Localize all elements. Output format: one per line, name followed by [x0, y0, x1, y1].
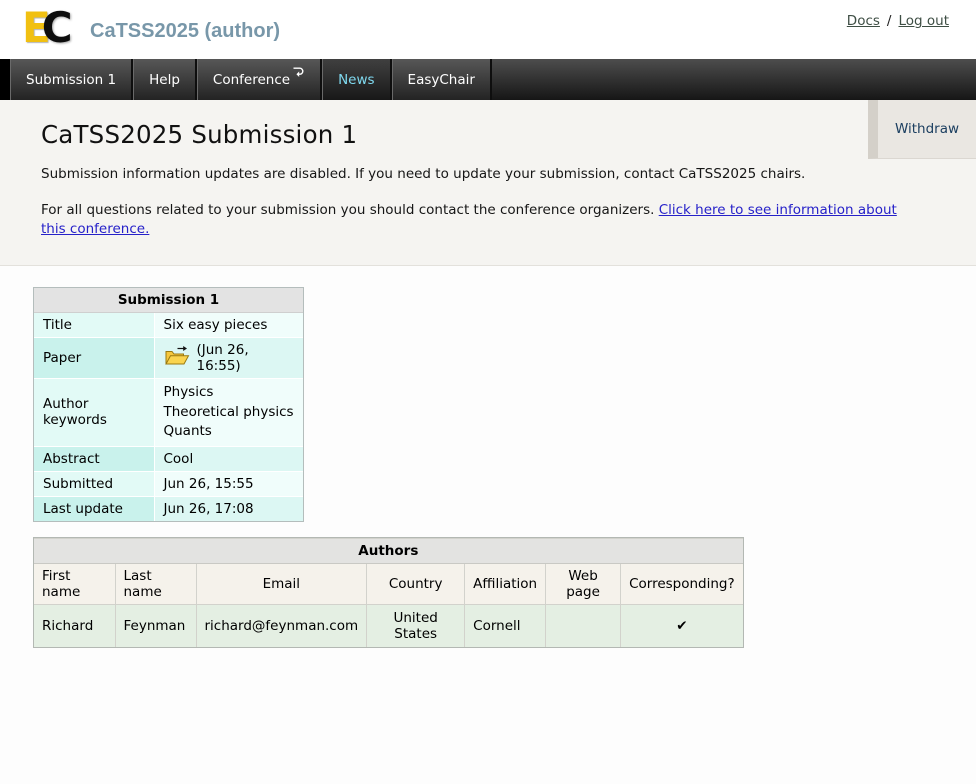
paper-cell: (Jun 26, 16:55)	[164, 342, 295, 374]
author-web-page	[546, 604, 621, 647]
page-title: CaTSS2025 Submission 1	[41, 120, 935, 149]
col-header-corresponding: Corresponding?	[621, 563, 743, 604]
table-row-title: Title Six easy pieces	[34, 313, 303, 338]
col-header-last-name: Last name	[115, 563, 196, 604]
conference-role-title: CaTSS2025 (author)	[90, 20, 280, 43]
notice-text: Submission information updates are disab…	[41, 166, 805, 182]
easychair-logo: EC	[22, 6, 71, 50]
row-value: Cool	[154, 446, 303, 471]
contact-paragraph: For all questions related to your submis…	[41, 201, 913, 240]
logo-letter-c: C	[42, 3, 71, 52]
row-label: Submitted	[34, 471, 154, 496]
submission-table: Submission 1 Title Six easy pieces Paper	[34, 288, 303, 521]
menu-item-submission-1[interactable]: Submission 1	[10, 59, 133, 100]
col-header-web-page: Web page	[546, 563, 621, 604]
row-value: Six easy pieces	[154, 313, 303, 338]
submission-table-frame: Submission 1 Title Six easy pieces Paper	[33, 287, 304, 522]
top-links: Docs / Log out	[847, 13, 949, 29]
paper-timestamp: (Jun 26, 16:55)	[197, 342, 295, 374]
menu-item-conference[interactable]: Conference	[197, 59, 322, 100]
menu-item-easychair[interactable]: EasyChair	[392, 59, 492, 100]
paper-download-link[interactable]	[164, 345, 190, 371]
row-label: Abstract	[34, 446, 154, 471]
intro-section: CaTSS2025 Submission 1 Submission inform…	[0, 100, 976, 266]
row-label: Last update	[34, 496, 154, 521]
open-folder-icon	[164, 345, 190, 371]
logout-link[interactable]: Log out	[898, 13, 949, 29]
row-value: Jun 26, 17:08	[154, 496, 303, 521]
table-row-keywords: Author keywords Physics Theoretical phys…	[34, 379, 303, 447]
menu-label: Help	[149, 72, 180, 88]
updates-disabled-notice: Submission information updates are disab…	[41, 165, 913, 185]
keyword: Physics	[164, 383, 295, 403]
submission-table-title: Submission 1	[34, 288, 303, 313]
return-arrow-icon	[292, 65, 305, 82]
withdraw-label: Withdraw	[895, 121, 959, 137]
table-row-paper: Paper	[34, 338, 303, 379]
author-affiliation: Cornell	[465, 604, 546, 647]
contact-text: For all questions related to your submis…	[41, 202, 654, 218]
author-email: richard@feynman.com	[196, 604, 367, 647]
authors-header-row: First name Last name Email Country Affil…	[34, 563, 743, 604]
docs-link[interactable]: Docs	[847, 13, 880, 29]
col-header-country: Country	[367, 563, 465, 604]
row-value: Jun 26, 15:55	[154, 471, 303, 496]
author-row: Richard Feynman richard@feynman.com Unit…	[34, 604, 743, 647]
table-row-submitted: Submitted Jun 26, 15:55	[34, 471, 303, 496]
menu-item-help[interactable]: Help	[133, 59, 197, 100]
menu-label: Submission 1	[26, 72, 116, 88]
menu-label: News	[338, 72, 374, 88]
row-label: Paper	[34, 338, 154, 379]
top-header: EC CaTSS2025 (author) Docs / Log out	[0, 0, 976, 59]
row-value: Physics Theoretical physics Quants	[154, 379, 303, 447]
content-area: Submission 1 Title Six easy pieces Paper	[0, 266, 976, 652]
main-menu-bar: Submission 1 Help Conference News EasyCh…	[0, 59, 976, 100]
authors-table: Authors First name Last name Email Count…	[34, 538, 743, 647]
author-last-name: Feynman	[115, 604, 196, 647]
menu-item-news[interactable]: News	[322, 59, 391, 100]
menu-label: Conference	[213, 72, 290, 88]
authors-table-frame: Authors First name Last name Email Count…	[33, 537, 744, 648]
author-first-name: Richard	[34, 604, 115, 647]
row-label: Title	[34, 313, 154, 338]
links-separator: /	[887, 13, 892, 29]
authors-table-title: Authors	[34, 538, 743, 563]
table-row-last-update: Last update Jun 26, 17:08	[34, 496, 303, 521]
row-label: Author keywords	[34, 379, 154, 447]
col-header-affiliation: Affiliation	[465, 563, 546, 604]
table-row-abstract: Abstract Cool	[34, 446, 303, 471]
author-country: United States	[367, 604, 465, 647]
keyword: Theoretical physics	[164, 403, 295, 423]
col-header-first-name: First name	[34, 563, 115, 604]
menu-label: EasyChair	[408, 72, 475, 88]
author-corresponding-check: ✔	[621, 604, 743, 647]
keyword: Quants	[164, 422, 295, 442]
col-header-email: Email	[196, 563, 367, 604]
withdraw-tab[interactable]: Withdraw	[868, 100, 976, 159]
